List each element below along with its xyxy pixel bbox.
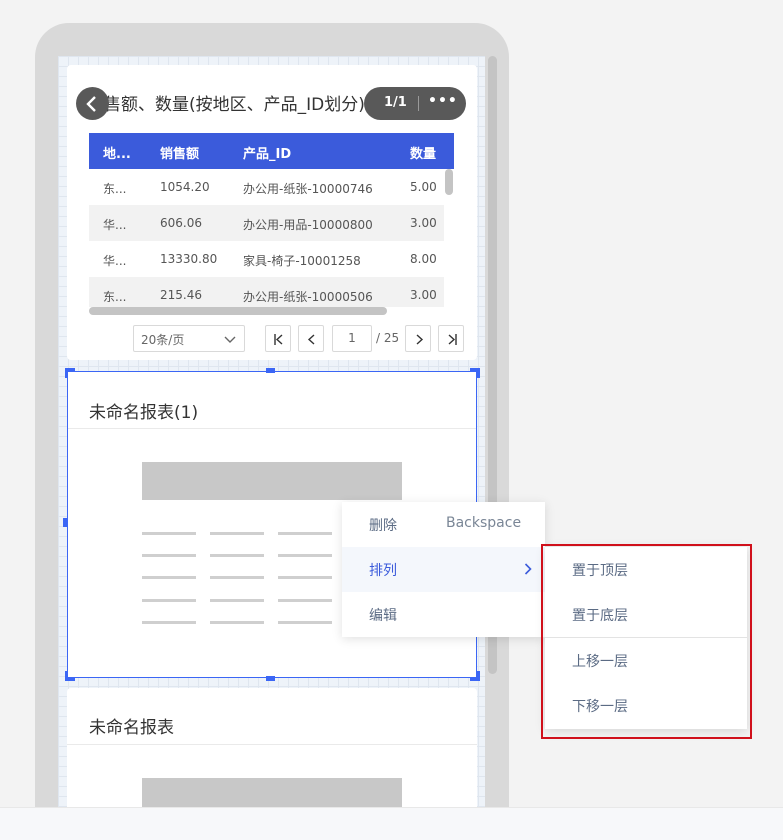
placeholder-line: [278, 599, 332, 602]
column-header-sales[interactable]: 销售额: [160, 143, 199, 162]
table-cell: 办公用-纸张-10000506: [243, 290, 373, 304]
placeholder-line: [210, 532, 264, 535]
table-header: 地... 销售额 产品_ID 数量: [89, 133, 454, 169]
placeholder-line: [142, 532, 196, 535]
context-menu: 删除 Backspace 排列 编辑: [342, 502, 545, 637]
table-row[interactable]: 华... 13330.80 家具-椅子-10001258 8.00: [89, 241, 444, 277]
highlight-annotation-box: [541, 544, 752, 739]
back-button[interactable]: [76, 87, 109, 120]
bottom-bar: [0, 807, 783, 840]
page-indicator: 1/1: [384, 95, 407, 110]
table-cell: 1054.20: [160, 180, 210, 194]
table-cell: 华...: [103, 218, 127, 232]
chevron-left-icon: [307, 334, 315, 345]
placeholder-line: [210, 554, 264, 557]
prev-page-button[interactable]: [298, 325, 324, 352]
table-cell: 3.00: [410, 216, 437, 230]
widget-title: 销售额、数量(按地区、产品_ID划分): [87, 95, 365, 115]
placeholder-line: [142, 554, 196, 557]
resize-corner-top-left[interactable]: [65, 368, 75, 378]
widget-toolbar-pill: 1/1 •••: [364, 87, 466, 120]
table-cell: 家具-椅子-10001258: [243, 254, 361, 268]
chevron-right-icon: [416, 334, 424, 345]
next-page-button[interactable]: [405, 325, 431, 352]
placeholder-line: [142, 576, 196, 579]
table-cell: 办公用-用品-10000800: [243, 218, 373, 232]
more-icon[interactable]: •••: [428, 93, 458, 109]
menu-item-label: 排列: [369, 563, 397, 579]
menu-item-shortcut: Backspace: [446, 515, 522, 531]
column-header-quantity[interactable]: 数量: [410, 143, 436, 162]
table-vertical-scrollbar[interactable]: [445, 169, 453, 195]
table-row[interactable]: 东... 1054.20 办公用-纸张-10000746 5.00: [89, 169, 444, 205]
chevron-right-icon: [524, 563, 532, 575]
placeholder-line: [278, 576, 332, 579]
first-page-button[interactable]: [265, 325, 291, 352]
resize-corner-top-right[interactable]: [470, 368, 480, 378]
table-cell: 215.46: [160, 288, 202, 302]
placeholder-line: [278, 554, 332, 557]
menu-item-delete[interactable]: 删除 Backspace: [342, 502, 545, 547]
menu-item-label: 编辑: [369, 608, 397, 624]
table-horizontal-scrollbar[interactable]: [89, 307, 387, 315]
menu-item-arrange[interactable]: 排列: [342, 547, 545, 592]
menu-item-edit[interactable]: 编辑: [342, 592, 545, 637]
table-row[interactable]: 东... 215.46 办公用-纸张-10000506 3.00: [89, 277, 444, 307]
table-cell: 3.00: [410, 288, 437, 302]
table-placeholder-header: [142, 462, 402, 500]
placeholder-line: [142, 599, 196, 602]
menu-item-label: 删除: [369, 518, 397, 534]
resize-handle-bottom[interactable]: [266, 676, 275, 681]
placeholder-line: [142, 621, 196, 624]
table-cell: 东...: [103, 182, 127, 196]
first-page-icon: [274, 334, 283, 345]
table-cell: 东...: [103, 290, 127, 304]
placeholder-line: [210, 576, 264, 579]
page-total: / 25: [376, 331, 400, 345]
last-page-button[interactable]: [438, 325, 464, 352]
page-size-value: 20条/页: [141, 333, 185, 347]
placeholder-line: [278, 532, 332, 535]
table-cell: 办公用-纸张-10000746: [243, 182, 373, 196]
widget-title: 未命名报表(1): [89, 403, 199, 423]
table-cell: 606.06: [160, 216, 202, 230]
table-cell: 8.00: [410, 252, 437, 266]
resize-handle-left[interactable]: [63, 518, 68, 527]
last-page-icon: [448, 334, 457, 345]
widget-title: 未命名报表: [89, 718, 174, 738]
column-header-product-id[interactable]: 产品_ID: [243, 143, 291, 162]
page-number-input[interactable]: 1: [332, 325, 372, 352]
table-cell: 华...: [103, 254, 127, 268]
placeholder-line: [210, 621, 264, 624]
resize-handle-top[interactable]: [266, 368, 275, 373]
table-row[interactable]: 华... 606.06 办公用-用品-10000800 3.00: [89, 205, 444, 241]
divider: [68, 428, 476, 429]
column-header-region[interactable]: 地...: [103, 143, 131, 162]
page-size-select[interactable]: 20条/页: [133, 325, 245, 352]
chevron-down-icon: [224, 336, 236, 343]
divider: [67, 744, 477, 745]
resize-corner-bottom-right[interactable]: [470, 671, 480, 681]
chevron-left-icon: [86, 96, 96, 112]
placeholder-line: [278, 621, 332, 624]
table-cell: 13330.80: [160, 252, 218, 266]
resize-corner-bottom-left[interactable]: [65, 671, 75, 681]
table-cell: 5.00: [410, 180, 437, 194]
toolbar-divider: [418, 96, 419, 111]
placeholder-line: [210, 599, 264, 602]
